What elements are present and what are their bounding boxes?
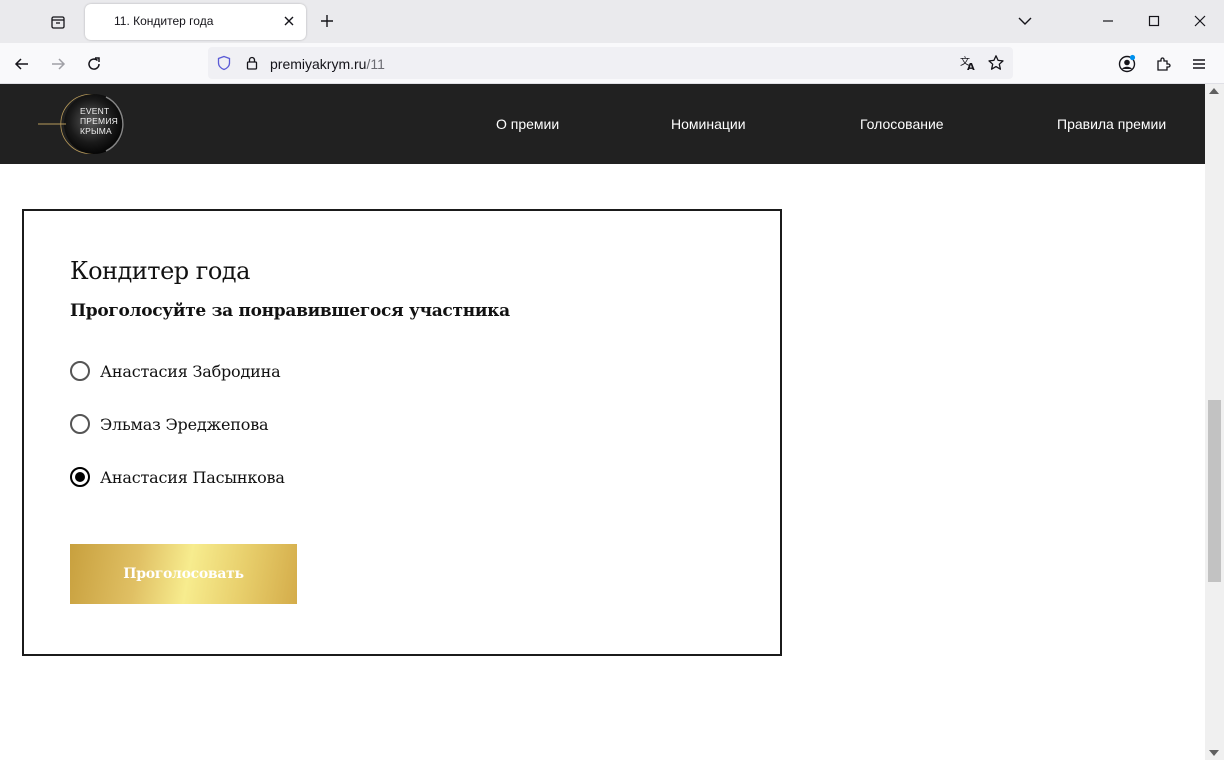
radio-button[interactable] xyxy=(70,414,90,434)
url-text[interactable]: premiyakrym.ru/11 xyxy=(270,56,385,72)
page-title: Кондитер года xyxy=(70,257,250,285)
plus-icon[interactable] xyxy=(316,10,338,32)
back-arrow-icon[interactable] xyxy=(8,50,36,78)
poll-option-label: Анастасия Пасынкова xyxy=(100,467,285,487)
scroll-up-arrow-icon[interactable] xyxy=(1209,88,1219,94)
poll-option[interactable]: Анастасия Забродина xyxy=(70,359,281,383)
page-scrollbar[interactable] xyxy=(1205,84,1224,760)
logo-text: EVENT ПРЕМИЯ КРЫМА xyxy=(80,106,118,136)
site-logo[interactable]: EVENT ПРЕМИЯ КРЫМА xyxy=(36,92,132,156)
star-icon[interactable] xyxy=(986,53,1006,73)
scroll-down-arrow-icon[interactable] xyxy=(1209,750,1219,756)
active-tab[interactable]: 11. Кондитер года xyxy=(85,4,306,40)
logo-line: КРЫМА xyxy=(80,126,112,136)
poll-option-label: Эльмаз Эреджепова xyxy=(100,414,269,434)
reload-icon[interactable] xyxy=(80,50,108,78)
voting-card: Кондитер года Проголосуйте за понравивше… xyxy=(22,209,782,656)
menu-item-rules[interactable]: Правила премии xyxy=(1057,116,1166,132)
radio-button[interactable] xyxy=(70,361,90,381)
poll-option[interactable]: Анастасия Пасынкова xyxy=(70,465,285,489)
menu-item-voting[interactable]: Голосование xyxy=(860,116,944,132)
poll-option-label: Анастасия Забродина xyxy=(100,361,281,381)
url-path: /11 xyxy=(366,56,385,72)
site-header: EVENT ПРЕМИЯ КРЫМА О премии Номинации Го… xyxy=(0,84,1205,164)
menu-item-about[interactable]: О премии xyxy=(496,116,559,132)
url-bar[interactable]: premiyakrym.ru/11 文A xyxy=(208,47,1013,79)
forward-arrow-icon[interactable] xyxy=(44,50,72,78)
lock-icon[interactable] xyxy=(242,53,262,73)
shield-icon[interactable] xyxy=(214,53,234,73)
vote-button[interactable]: Проголосовать xyxy=(70,544,297,604)
maximize-icon[interactable] xyxy=(1141,8,1167,34)
chevron-down-icon[interactable] xyxy=(1014,10,1036,32)
tab-overview-icon[interactable] xyxy=(44,8,72,36)
close-icon[interactable] xyxy=(280,12,298,30)
logo-line: EVENT xyxy=(80,106,110,116)
hamburger-icon[interactable] xyxy=(1185,50,1213,78)
puzzle-icon[interactable] xyxy=(1149,50,1177,78)
poll-subtitle: Проголосуйте за понравившегося участника xyxy=(70,301,510,321)
tab-strip: 11. Кондитер года xyxy=(0,0,1224,43)
radio-button-selected[interactable] xyxy=(70,467,90,487)
svg-text:A: A xyxy=(967,62,975,72)
logo-line: ПРЕМИЯ xyxy=(80,116,118,126)
window-close-icon[interactable] xyxy=(1187,8,1213,34)
account-icon[interactable] xyxy=(1113,50,1141,78)
url-host: premiyakrym.ru xyxy=(270,56,367,72)
menu-item-nominations[interactable]: Номинации xyxy=(671,116,746,132)
translate-icon[interactable]: 文A xyxy=(958,53,978,73)
tab-title: 11. Кондитер года xyxy=(114,14,214,28)
navigation-toolbar: premiyakrym.ru/11 文A xyxy=(0,43,1224,84)
minimize-icon[interactable] xyxy=(1095,8,1121,34)
scrollbar-thumb[interactable] xyxy=(1208,400,1221,582)
poll-option[interactable]: Эльмаз Эреджепова xyxy=(70,412,269,436)
